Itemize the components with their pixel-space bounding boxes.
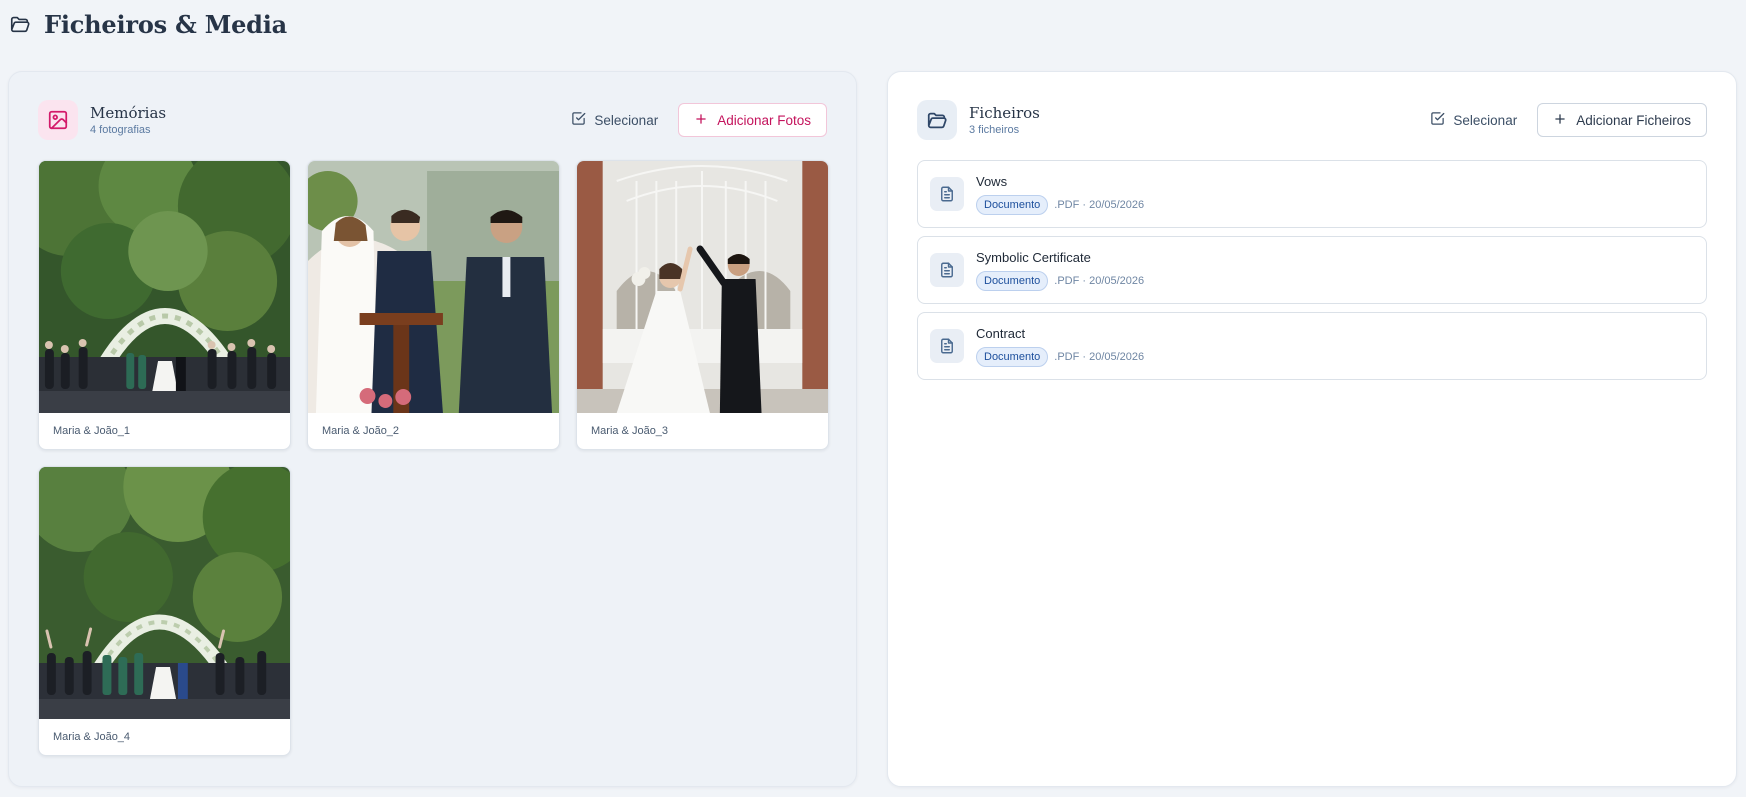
memories-header: Memórias 4 fotografias Selecionar Adicio… [38, 100, 827, 140]
photo-caption: Maria & João_4 [53, 731, 131, 743]
memories-panel: Memórias 4 fotografias Selecionar Adicio… [8, 71, 857, 787]
file-type-badge: Documento [976, 270, 1049, 291]
file-row[interactable]: Vows Documento .PDF · 20/05/2026 [917, 160, 1707, 228]
document-icon [930, 329, 964, 363]
files-title: Ficheiros [969, 104, 1040, 122]
file-name: Contract [976, 325, 1026, 341]
checkbox-icon [571, 111, 586, 129]
files-header: Ficheiros 3 ficheiros Selecionar Adicion… [917, 100, 1707, 140]
file-meta: .PDF · 20/05/2026 [1054, 274, 1145, 287]
photo-thumbnail [308, 161, 559, 413]
page-header: Ficheiros & Media [8, 8, 287, 40]
plus-icon [694, 112, 708, 129]
document-icon [930, 253, 964, 287]
photo-caption: Maria & João_3 [591, 425, 669, 437]
photo-thumbnail [39, 161, 290, 413]
photo-card[interactable]: Maria & João_1 [38, 160, 291, 450]
checkbox-icon [1430, 111, 1445, 129]
photo-thumbnail [39, 467, 290, 719]
file-list: Vows Documento .PDF · 20/05/2026 Symboli… [917, 160, 1707, 380]
add-files-label: Adicionar Ficheiros [1576, 112, 1691, 128]
file-meta: .PDF · 20/05/2026 [1054, 198, 1145, 211]
photo-grid: Maria & João_1 Maria & João_2 Maria & Jo… [38, 160, 829, 756]
memories-title: Memórias [90, 104, 167, 122]
document-icon [930, 177, 964, 211]
memories-select-button[interactable]: Selecionar [571, 111, 658, 129]
add-files-button[interactable]: Adicionar Ficheiros [1537, 103, 1707, 137]
image-icon [38, 100, 78, 140]
file-row[interactable]: Symbolic Certificate Documento .PDF · 20… [917, 236, 1707, 304]
file-row[interactable]: Contract Documento .PDF · 20/05/2026 [917, 312, 1707, 380]
file-type-badge: Documento [976, 194, 1049, 215]
memories-select-label: Selecionar [594, 112, 659, 128]
plus-icon [1553, 112, 1567, 129]
photo-card[interactable]: Maria & João_4 [38, 466, 291, 756]
page-title: Ficheiros & Media [44, 9, 288, 39]
files-panel: Ficheiros 3 ficheiros Selecionar Adicion… [887, 71, 1737, 787]
photo-caption: Maria & João_1 [53, 425, 131, 437]
photo-card[interactable]: Maria & João_3 [576, 160, 829, 450]
photo-caption: Maria & João_2 [322, 425, 400, 437]
add-photos-label: Adicionar Fotos [717, 112, 811, 128]
files-count: 3 ficheiros [969, 124, 1020, 136]
photo-card[interactable]: Maria & João_2 [307, 160, 560, 450]
memories-count: 4 fotografias [90, 124, 151, 136]
add-photos-button[interactable]: Adicionar Fotos [678, 103, 827, 137]
folder-open-icon [917, 100, 957, 140]
files-select-label: Selecionar [1453, 112, 1518, 128]
file-name: Symbolic Certificate [976, 249, 1091, 265]
file-type-badge: Documento [976, 346, 1049, 367]
file-meta: .PDF · 20/05/2026 [1054, 350, 1145, 363]
folder-open-icon [8, 12, 32, 36]
file-name: Vows [976, 173, 1008, 189]
photo-thumbnail [577, 161, 828, 413]
files-select-button[interactable]: Selecionar [1430, 111, 1517, 129]
